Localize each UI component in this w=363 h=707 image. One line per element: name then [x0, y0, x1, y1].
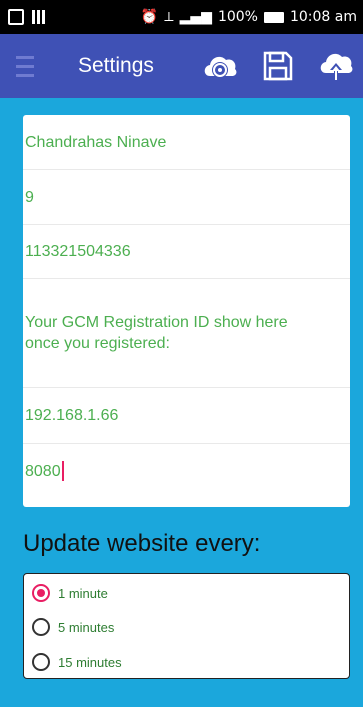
ip-address-value: 192.168.1.66 — [25, 407, 119, 424]
update-interval-group: 1 minute 5 minutes 15 minutes — [23, 573, 350, 679]
cloud-sync-icon[interactable] — [201, 47, 239, 85]
update-section-title: Update website every: — [23, 530, 261, 557]
port-field[interactable]: 8080 — [23, 444, 350, 498]
project-id-value: 113321504336 — [25, 243, 131, 260]
battery-icon — [263, 11, 284, 23]
alarm-icon: ⏰ — [140, 9, 159, 25]
barcode-icon — [32, 10, 46, 24]
signal-icon: ▂▄▆ — [179, 9, 212, 25]
name-field[interactable]: Chandrahas Ninave — [23, 115, 350, 170]
radio-checked-icon — [32, 584, 50, 602]
save-icon[interactable] — [259, 47, 297, 85]
ip-address-field[interactable]: 192.168.1.66 — [23, 388, 350, 444]
port-value: 8080 — [25, 462, 61, 480]
gallery-icon — [8, 9, 24, 25]
clock: 10:08 am — [289, 9, 357, 25]
cloud-upload-icon[interactable] — [317, 47, 355, 85]
page-title: Settings — [78, 54, 154, 77]
name-value: Chandrahas Ninave — [25, 133, 167, 151]
radio-15-minutes[interactable]: 15 minutes — [32, 653, 122, 671]
settings-card: Chandrahas Ninave 9 113321504336 Your GC… — [23, 115, 350, 507]
radio-1-minute[interactable]: 1 minute — [32, 584, 108, 602]
text-cursor — [61, 461, 64, 481]
radio-5-minutes[interactable]: 5 minutes — [32, 618, 114, 636]
number-value: 9 — [25, 188, 34, 206]
battery-percent: 100% — [217, 9, 258, 25]
radio-label: 1 minute — [58, 585, 108, 601]
gcm-registration-field[interactable]: Your GCM Registration ID show here once … — [23, 279, 350, 388]
number-field[interactable]: 9 — [23, 170, 350, 225]
gcm-registration-value: Your GCM Registration ID show here once … — [25, 314, 288, 352]
radio-label: 5 minutes — [58, 619, 115, 635]
wifi-icon: ⟂ — [164, 9, 174, 25]
toolbar: Settings — [0, 34, 363, 98]
radio-label: 15 minutes — [58, 654, 122, 670]
menu-icon[interactable] — [16, 52, 44, 80]
status-bar: ⏰ ⟂ ▂▄▆ 100% 10:08 am — [0, 0, 363, 34]
project-id-field[interactable]: 113321504336 — [23, 225, 350, 279]
radio-unchecked-icon — [32, 618, 50, 636]
radio-unchecked-icon — [32, 653, 50, 671]
